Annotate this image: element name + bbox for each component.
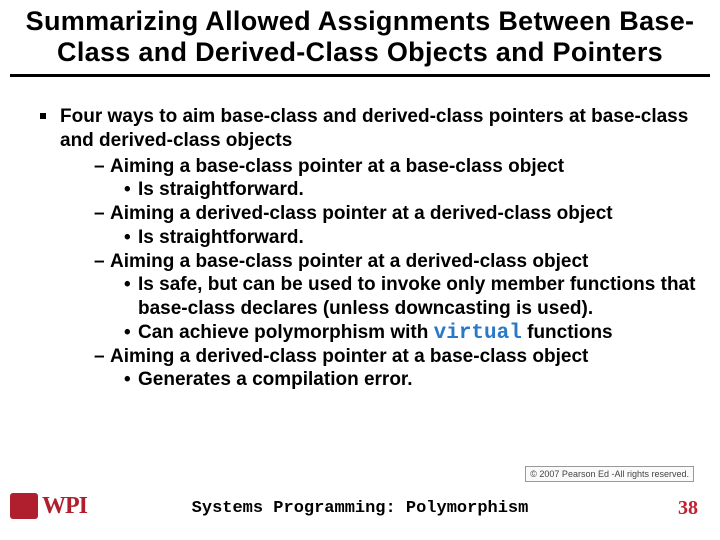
leaf-4-1-text: Generates a compilation error. xyxy=(138,368,698,392)
slide-title: Summarizing Allowed Assignments Between … xyxy=(0,0,720,72)
footer-title: Systems Programming: Polymorphism xyxy=(0,499,720,518)
leaf-3-2-post: functions xyxy=(522,322,613,343)
slide: Summarizing Allowed Assignments Between … xyxy=(0,0,720,540)
dot-icon: • xyxy=(124,178,138,202)
sub-item-2-text: Aiming a derived-class pointer at a deri… xyxy=(110,202,613,226)
dash-icon: – xyxy=(94,250,110,274)
sub-item-2-children: • Is straightforward. xyxy=(94,226,698,250)
sub-item-4-text: Aiming a derived-class pointer at a base… xyxy=(110,345,588,369)
sub-item-3-children: • Is safe, but can be used to invoke onl… xyxy=(94,273,698,344)
dot-icon: • xyxy=(124,368,138,392)
sub-item-1: – Aiming a base-class pointer at a base-… xyxy=(94,155,698,179)
sub-item-2: – Aiming a derived-class pointer at a de… xyxy=(94,202,698,226)
dash-icon: – xyxy=(94,202,110,226)
copyright-notice: © 2007 Pearson Ed -All rights reserved. xyxy=(525,466,694,482)
sub-item-4-children: • Generates a compilation error. xyxy=(94,368,698,392)
keyword-virtual: virtual xyxy=(434,322,522,345)
dash-icon: – xyxy=(94,345,110,369)
dot-icon: • xyxy=(124,226,138,250)
leaf-3-2: • Can achieve polymorphism with virtual … xyxy=(124,321,698,345)
leaf-1-1: • Is straightforward. xyxy=(124,178,698,202)
sub-item-1-children: • Is straightforward. xyxy=(94,178,698,202)
sub-item-1-text: Aiming a base-class pointer at a base-cl… xyxy=(110,155,564,179)
slide-body: Four ways to aim base-class and derived-… xyxy=(0,77,720,402)
leaf-3-2-text: Can achieve polymorphism with virtual fu… xyxy=(138,321,698,345)
leaf-1-1-text: Is straightforward. xyxy=(138,178,698,202)
dash-icon: – xyxy=(94,155,110,179)
bullet-level-1: Four ways to aim base-class and derived-… xyxy=(40,105,698,392)
bullet-content: Four ways to aim base-class and derived-… xyxy=(60,105,698,392)
dot-icon: • xyxy=(124,321,138,345)
sub-item-3-text: Aiming a base-class pointer at a derived… xyxy=(110,250,588,274)
leaf-4-1: • Generates a compilation error. xyxy=(124,368,698,392)
leaf-3-1-text: Is safe, but can be used to invoke only … xyxy=(138,273,698,321)
dot-icon: • xyxy=(124,273,138,297)
sub-item-3: – Aiming a base-class pointer at a deriv… xyxy=(94,250,698,274)
title-line-2: Class and Derived-Class Objects and Poin… xyxy=(57,37,663,67)
footer: WPI Systems Programming: Polymorphism 38 xyxy=(0,488,720,522)
sub-list: – Aiming a base-class pointer at a base-… xyxy=(60,155,698,393)
leaf-3-1: • Is safe, but can be used to invoke onl… xyxy=(124,273,698,321)
leaf-2-1-text: Is straightforward. xyxy=(138,226,698,250)
sub-item-4: – Aiming a derived-class pointer at a ba… xyxy=(94,345,698,369)
leaf-3-2-pre: Can achieve polymorphism with xyxy=(138,322,434,343)
title-line-1: Summarizing Allowed Assignments Between … xyxy=(26,6,695,36)
main-intro-text: Four ways to aim base-class and derived-… xyxy=(60,106,688,151)
leaf-2-1: • Is straightforward. xyxy=(124,226,698,250)
page-number: 38 xyxy=(678,497,698,520)
square-bullet-icon xyxy=(40,113,46,119)
